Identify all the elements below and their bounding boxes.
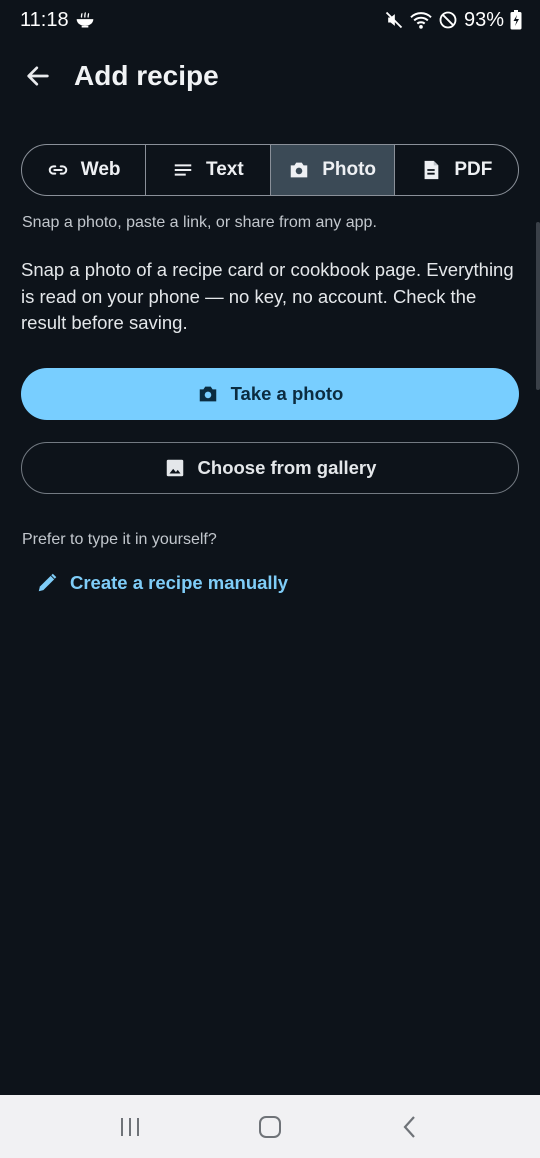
status-left: 11:18 <box>20 9 95 32</box>
tab-pdf[interactable]: PDF <box>393 145 518 195</box>
battery-icon <box>510 10 522 30</box>
link-icon <box>48 165 67 175</box>
camera-icon <box>199 386 216 402</box>
tab-photo[interactable]: Photo <box>269 145 394 195</box>
photo-description: Snap a photo of a recipe card or cookboo… <box>21 259 514 333</box>
mute-icon <box>384 10 404 30</box>
arrow-left-icon <box>27 66 49 86</box>
scrollbar[interactable] <box>536 222 540 390</box>
manual-prompt: Prefer to type it in yourself? <box>22 531 217 548</box>
top-app-bar: Add recipe <box>0 50 540 102</box>
camera-icon <box>290 162 308 178</box>
choose-gallery-button[interactable]: Choose from gallery <box>21 442 519 494</box>
home-icon <box>259 1115 281 1138</box>
recent-apps-button[interactable] <box>100 1097 160 1157</box>
take-photo-label: Take a photo <box>230 383 344 404</box>
page-title: Add recipe <box>74 60 219 91</box>
battery-percent: 93% <box>463 8 504 31</box>
home-button[interactable] <box>240 1097 300 1157</box>
source-tabs: Web Text Photo PDF <box>21 144 519 196</box>
tab-pdf-label: PDF <box>454 159 493 180</box>
status-right: 93% <box>384 9 522 32</box>
document-icon <box>424 160 439 180</box>
system-back-button[interactable] <box>380 1097 440 1157</box>
create-manually-link[interactable]: Create a recipe manually <box>36 567 288 599</box>
tab-web[interactable]: Web <box>22 145 145 195</box>
back-button[interactable] <box>12 50 64 102</box>
text-lines-icon <box>174 164 192 176</box>
take-photo-button[interactable]: Take a photo <box>21 368 519 420</box>
source-hint: Snap a photo, paste a link, or share fro… <box>22 214 377 231</box>
choose-gallery-label: Choose from gallery <box>197 457 377 478</box>
system-nav-bar <box>0 1095 540 1158</box>
pencil-icon <box>38 573 57 592</box>
tab-web-label: Web <box>80 159 121 180</box>
tab-text-label: Text <box>206 159 244 180</box>
chevron-left-icon <box>403 1115 415 1138</box>
image-icon <box>166 459 183 477</box>
do-not-disturb-icon <box>438 10 458 30</box>
bowl-icon <box>75 10 95 30</box>
wifi-icon <box>410 10 432 30</box>
tab-photo-label: Photo <box>322 159 377 180</box>
recent-apps-icon <box>121 1117 139 1136</box>
tab-text[interactable]: Text <box>145 145 269 195</box>
create-manually-label: Create a recipe manually <box>70 572 288 593</box>
status-bar: 11:18 93% <box>0 0 540 40</box>
status-time: 11:18 <box>20 8 69 31</box>
